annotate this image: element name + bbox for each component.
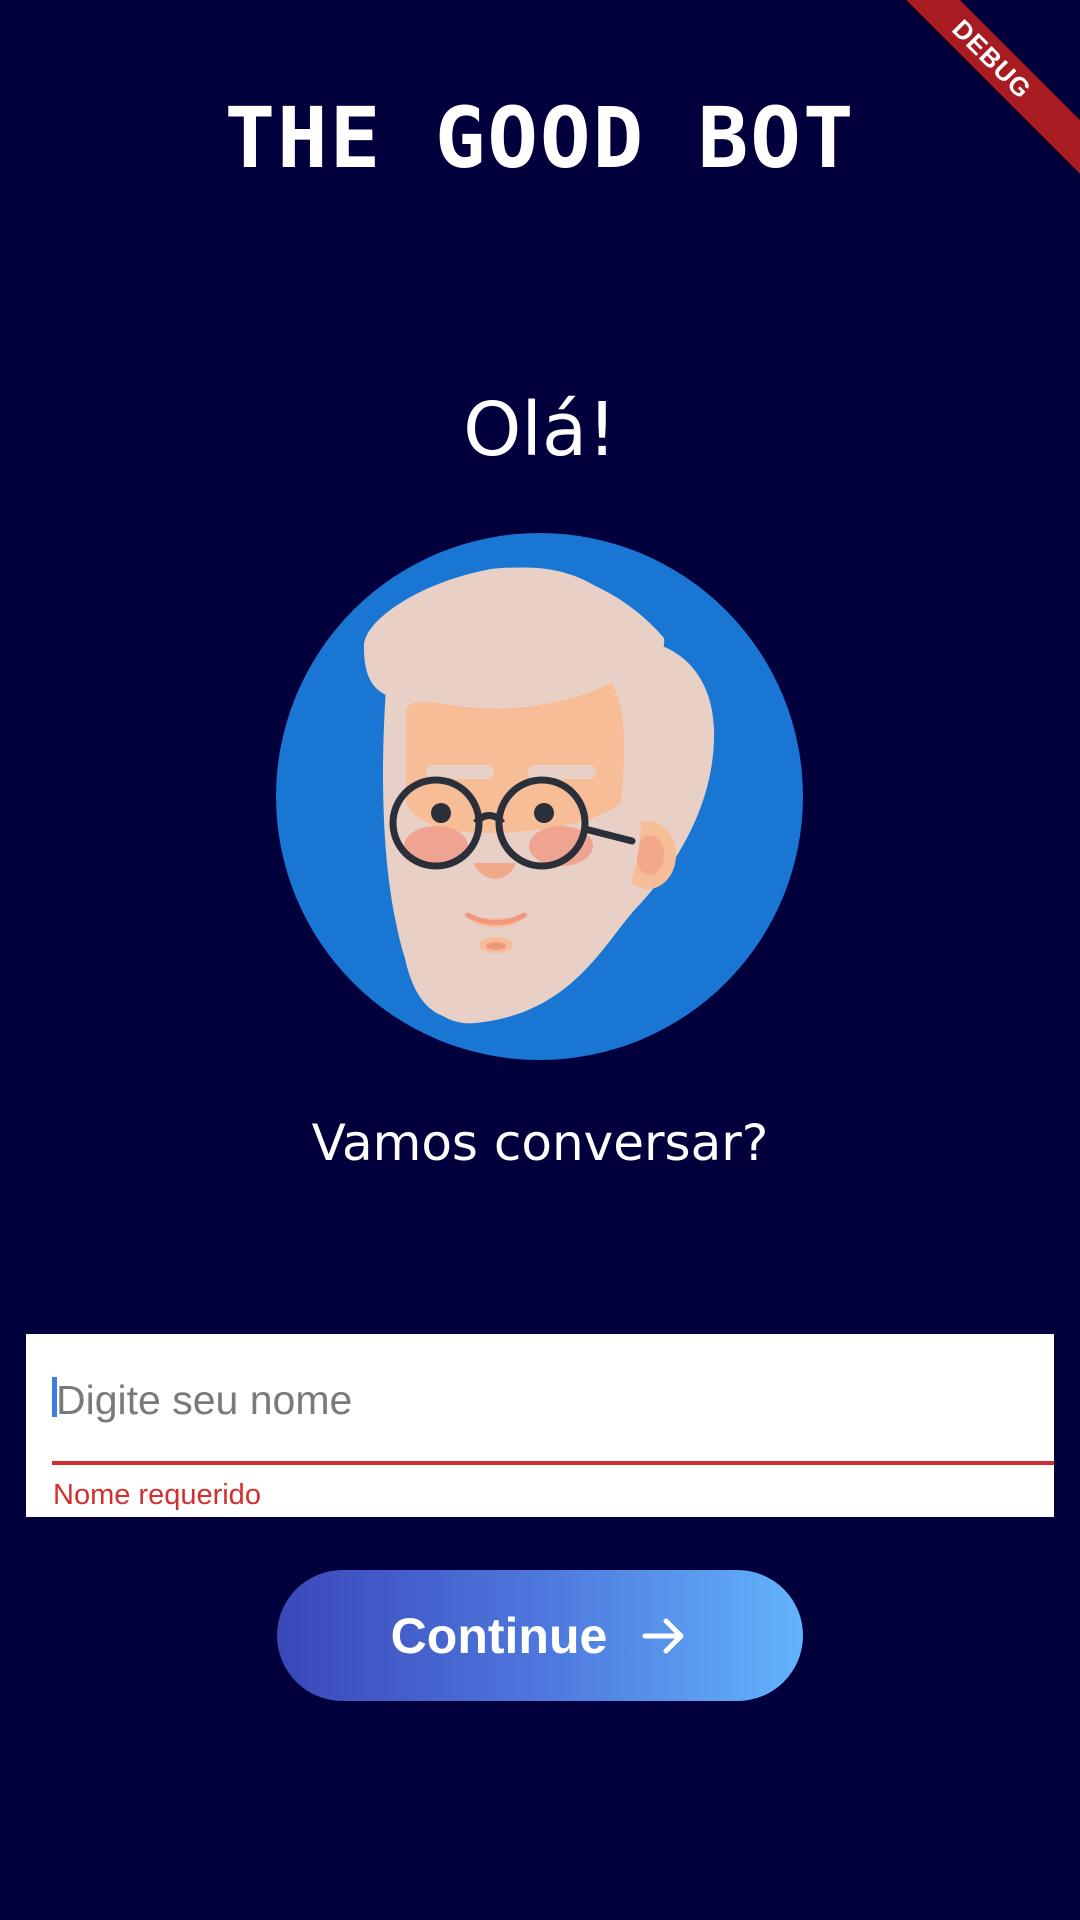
name-error-message: Nome requerido xyxy=(53,1479,261,1511)
continue-button-label: Continue xyxy=(390,1607,608,1664)
old-man-with-glasses-icon xyxy=(276,533,803,1060)
subtitle: Vamos conversar? xyxy=(311,1114,769,1172)
arrow-right-icon xyxy=(642,1618,684,1653)
greeting-heading: Olá! xyxy=(463,387,617,473)
name-form-card: Nome requerido xyxy=(26,1334,1054,1517)
name-input[interactable] xyxy=(52,1370,1036,1430)
continue-button[interactable]: Continue xyxy=(277,1570,803,1701)
app-title: THE GOOD BOT xyxy=(224,89,856,187)
text-cursor xyxy=(52,1377,57,1417)
name-input-container xyxy=(52,1334,1054,1465)
